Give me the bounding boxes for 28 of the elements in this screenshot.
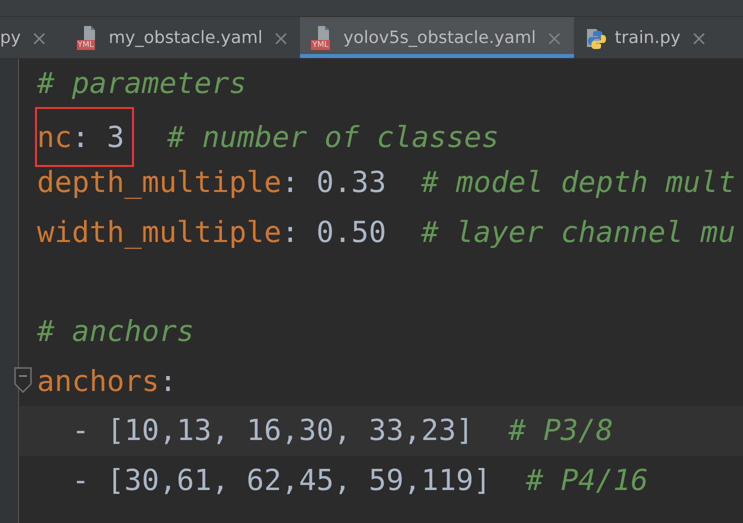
- code-text: - [30,61, 62,45, 59,119]: [70, 462, 491, 497]
- close-icon[interactable]: ×: [690, 26, 708, 50]
- code-text: :: [159, 364, 177, 398]
- editor-tab[interactable]: YML my_obstacle.yaml ×: [66, 17, 300, 58]
- code-text: :: [281, 165, 299, 200]
- code-text: - [10,13, 16,30, 33,23]: [70, 413, 474, 448]
- code-text: 0.50: [315, 214, 386, 249]
- code-text: nc: [37, 120, 72, 154]
- code-text: # model depth mult: [420, 165, 736, 200]
- editor-tab[interactable]: train.py ×: [574, 17, 718, 58]
- code-text: 0.33: [315, 165, 386, 200]
- code-text: # number of classes: [166, 120, 499, 154]
- code-text: :: [72, 120, 90, 154]
- code-text: # layer channel mu: [420, 214, 736, 249]
- editor-tab[interactable]: py ×: [0, 17, 66, 58]
- code-text: 3: [106, 120, 124, 154]
- code-text: # parameters: [37, 66, 247, 100]
- code-text: anchors: [37, 364, 160, 398]
- editor-tab[interactable]: YML yolov5s_obstacle.yaml ×: [300, 17, 574, 58]
- fold-marker-icon[interactable]: [14, 366, 32, 393]
- code-text: # P3/8: [507, 413, 614, 448]
- close-icon[interactable]: ×: [272, 26, 290, 50]
- close-icon[interactable]: ×: [30, 26, 48, 50]
- code-text: depth_multiple: [37, 165, 282, 200]
- code-text: width_multiple: [37, 214, 282, 249]
- code-text: # P4/16: [524, 462, 648, 497]
- code-text: # anchors: [37, 314, 194, 348]
- code-text: :: [281, 214, 299, 249]
